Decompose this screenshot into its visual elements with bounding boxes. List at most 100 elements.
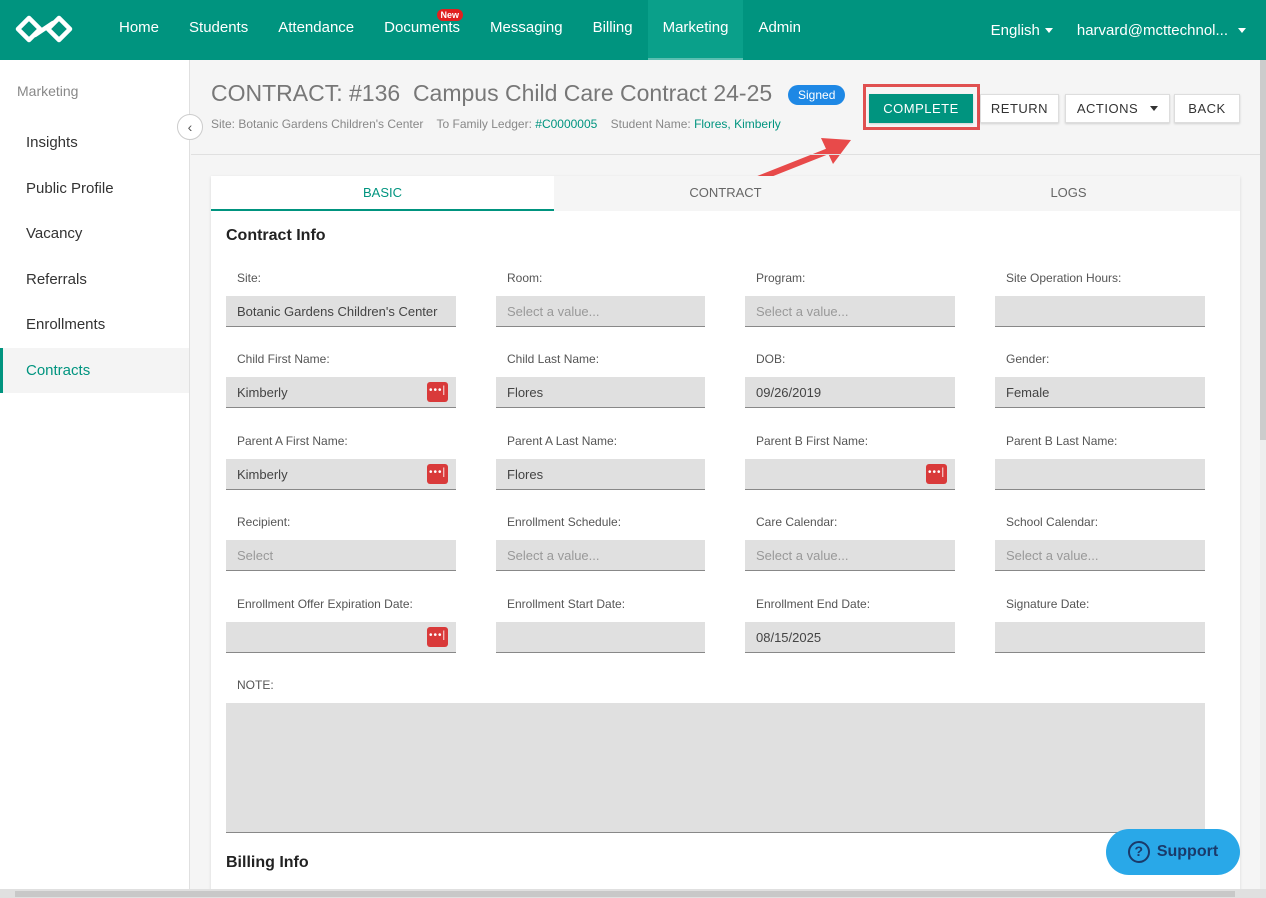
enrollment-end-date-field[interactable]: 08/15/2025 bbox=[745, 622, 955, 653]
gender-field[interactable]: Female bbox=[995, 377, 1205, 408]
gender-value: Female bbox=[1006, 385, 1050, 400]
note-textarea[interactable] bbox=[226, 703, 1205, 833]
child-first-name-field[interactable]: Kimberly •••| bbox=[226, 377, 456, 408]
collapse-sidebar-button[interactable]: ‹ bbox=[177, 114, 203, 140]
more-options-icon[interactable]: •••| bbox=[427, 464, 448, 484]
care-calendar-label: Care Calendar: bbox=[756, 515, 838, 529]
sidebar-item-insights[interactable]: Insights bbox=[0, 120, 189, 166]
site-field[interactable]: Botanic Gardens Children's Center bbox=[226, 296, 456, 327]
site-operation-hours-label: Site Operation Hours: bbox=[1006, 271, 1122, 285]
care-calendar-field[interactable]: Select a value... bbox=[745, 540, 955, 571]
more-options-icon[interactable]: •••| bbox=[926, 464, 947, 484]
more-options-icon[interactable]: •••| bbox=[427, 382, 448, 402]
vertical-scroll-thumb[interactable] bbox=[1260, 60, 1266, 440]
sidebar-section-title: Marketing bbox=[17, 83, 79, 99]
school-calendar-value: Select a value... bbox=[1006, 548, 1099, 563]
child-last-name-field[interactable]: Flores bbox=[496, 377, 705, 408]
app-logo-icon[interactable] bbox=[14, 14, 74, 44]
dob-label: DOB: bbox=[756, 352, 786, 366]
gender-label: Gender: bbox=[1006, 352, 1050, 366]
family-ledger-link[interactable]: #C0000005 bbox=[535, 117, 597, 131]
signature-date-field[interactable] bbox=[995, 622, 1205, 653]
parent-a-first-name-field[interactable]: Kimberly •••| bbox=[226, 459, 456, 490]
nav-item-students[interactable]: Students bbox=[174, 0, 263, 60]
parent-b-first-name-field[interactable]: •••| bbox=[745, 459, 955, 490]
nav-menu: Home Students Attendance Documents New Messag… bbox=[104, 0, 816, 60]
nav-item-messaging[interactable]: Messaging bbox=[475, 0, 578, 60]
nav-item-attendance[interactable]: Attendance bbox=[263, 0, 369, 60]
child-first-name-value: Kimberly bbox=[237, 385, 288, 400]
nav-item-label: Marketing bbox=[662, 19, 729, 36]
tab-contract[interactable]: CONTRACT bbox=[554, 176, 897, 211]
contract-info-title: Contract Info bbox=[226, 227, 326, 244]
enrollment-start-date-label: Enrollment Start Date: bbox=[507, 597, 626, 611]
nav-right: English harvard@mcttechnol... bbox=[967, 0, 1246, 60]
sidebar-item-enrollments[interactable]: Enrollments bbox=[0, 302, 189, 348]
enrollment-start-date-field[interactable] bbox=[496, 622, 705, 653]
main-content: CONTRACT: #136 Campus Child Care Contrac… bbox=[191, 60, 1266, 898]
nav-item-documents[interactable]: Documents New bbox=[369, 0, 475, 60]
nav-item-home[interactable]: Home bbox=[104, 0, 174, 60]
contract-card: BASIC CONTRACT LOGS Contract Info Site: Bot… bbox=[211, 176, 1240, 898]
sidebar-item-public-profile[interactable]: Public Profile bbox=[0, 166, 189, 212]
back-button[interactable]: BACK bbox=[1174, 94, 1240, 123]
school-calendar-field[interactable]: Select a value... bbox=[995, 540, 1205, 571]
nav-item-label: Attendance bbox=[278, 19, 355, 36]
vertical-scrollbar[interactable] bbox=[1260, 60, 1266, 898]
tab-basic[interactable]: BASIC bbox=[211, 176, 554, 211]
room-value: Select a value... bbox=[507, 304, 600, 319]
new-badge: New bbox=[436, 9, 464, 21]
support-label: Support bbox=[1156, 843, 1219, 860]
return-button[interactable]: RETURN bbox=[980, 94, 1059, 123]
sidebar-item-referrals[interactable]: Referrals bbox=[0, 257, 189, 303]
dob-field[interactable]: 09/26/2019 bbox=[745, 377, 955, 408]
user-dropdown[interactable]: harvard@mcttechnol... bbox=[1077, 22, 1246, 39]
horizontal-scrollbar[interactable] bbox=[0, 889, 1266, 898]
nav-item-billing[interactable]: Billing bbox=[578, 0, 648, 60]
enrollment-schedule-label: Enrollment Schedule: bbox=[507, 515, 622, 529]
recipient-label: Recipient: bbox=[237, 515, 291, 529]
parent-b-last-name-field[interactable] bbox=[995, 459, 1205, 490]
room-label: Room: bbox=[507, 271, 543, 285]
actions-button[interactable]: ACTIONS bbox=[1065, 94, 1170, 123]
site-operation-hours-field[interactable] bbox=[995, 296, 1205, 327]
recipient-field[interactable]: Select bbox=[226, 540, 456, 571]
note-label: NOTE: bbox=[237, 678, 274, 692]
language-dropdown[interactable]: English bbox=[991, 22, 1053, 39]
sidebar-items: Insights Public Profile Vacancy Referrals En… bbox=[0, 120, 189, 393]
complete-button[interactable]: COMPLETE bbox=[869, 94, 973, 123]
parent-a-first-name-label: Parent A First Name: bbox=[237, 434, 348, 448]
more-options-icon[interactable]: •••| bbox=[427, 627, 448, 647]
horizontal-scroll-thumb[interactable] bbox=[15, 891, 1235, 897]
nav-item-admin[interactable]: Admin bbox=[743, 0, 816, 60]
status-badge: Signed bbox=[788, 85, 846, 105]
enrollment-offer-expiration-date-field[interactable]: •••| bbox=[226, 622, 456, 653]
user-email: harvard@mcttechnol... bbox=[1076, 21, 1228, 39]
support-button[interactable]: ? Support bbox=[1106, 829, 1240, 875]
sidebar-item-contracts[interactable]: Contracts bbox=[0, 347, 189, 393]
tab-bar: BASIC CONTRACT LOGS bbox=[211, 176, 1240, 211]
nav-item-label: Students bbox=[189, 19, 249, 36]
nav-item-label: Home bbox=[119, 19, 160, 36]
chevron-down-icon bbox=[1238, 28, 1246, 34]
page-title: CONTRACT: #136 Campus Child Care Contrac… bbox=[211, 80, 773, 106]
nav-item-label: Admin bbox=[758, 19, 801, 36]
student-name-link[interactable]: Flores, Kimberly bbox=[694, 117, 781, 131]
student-label: Student Name: bbox=[610, 117, 691, 131]
sidebar: Marketing Insights Public Profile Vacancy R… bbox=[0, 60, 190, 898]
nav-item-marketing[interactable]: Marketing bbox=[647, 0, 744, 60]
site-label: Site: bbox=[211, 117, 236, 131]
parent-a-last-name-field[interactable]: Flores bbox=[496, 459, 705, 490]
enrollment-schedule-field[interactable]: Select a value... bbox=[496, 540, 705, 571]
program-field[interactable]: Select a value... bbox=[745, 296, 955, 327]
enrollment-schedule-value: Select a value... bbox=[507, 548, 600, 563]
nav-item-label: Documents bbox=[384, 19, 461, 36]
program-value: Select a value... bbox=[756, 304, 849, 319]
tab-logs[interactable]: LOGS bbox=[897, 176, 1240, 211]
dob-value: 09/26/2019 bbox=[756, 385, 822, 400]
sidebar-item-vacancy[interactable]: Vacancy bbox=[0, 211, 189, 257]
child-last-name-value: Flores bbox=[507, 385, 544, 400]
enrollment-offer-expiration-date-label: Enrollment Offer Expiration Date: bbox=[237, 597, 413, 611]
room-field[interactable]: Select a value... bbox=[496, 296, 705, 327]
parent-a-last-name-label: Parent A Last Name: bbox=[507, 434, 618, 448]
